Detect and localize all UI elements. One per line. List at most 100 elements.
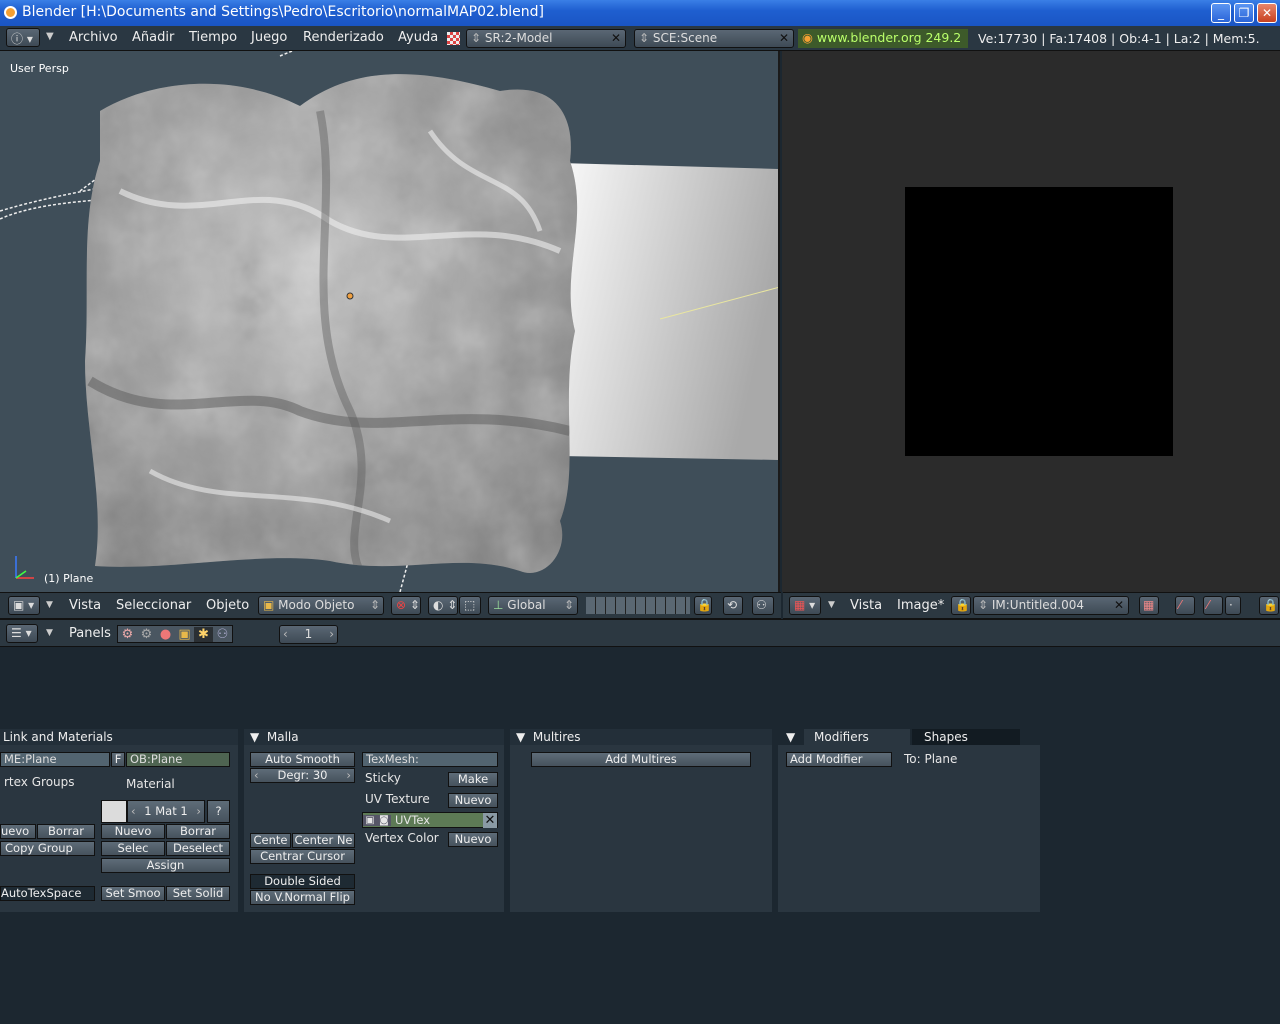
tab-shapes[interactable]: Shapes	[912, 729, 1020, 745]
object-origin-icon[interactable]	[346, 292, 354, 300]
render-uv-icon[interactable]: ◙	[377, 814, 391, 826]
paint-button[interactable]: ⁄	[1175, 596, 1195, 615]
image-canvas[interactable]	[905, 187, 1173, 456]
menu-seleccionar[interactable]: Seleccionar	[116, 598, 191, 613]
menu-objeto[interactable]: Objeto	[206, 598, 249, 613]
collapse-arrow-icon[interactable]: ▼	[828, 600, 835, 610]
auto-tex-space-button[interactable]: AutoTexSpace	[0, 886, 95, 901]
mode-selector[interactable]: ▣ Modo Objeto ⇕	[258, 596, 384, 615]
lock-layers-button[interactable]: 🔒	[694, 596, 712, 615]
increment-icon[interactable]: ›	[329, 627, 334, 641]
buttons-window-type-button[interactable]: ☰ ▾	[6, 624, 38, 643]
3d-viewport[interactable]: User Persp (1) Plane	[0, 51, 780, 592]
menu-renderizado[interactable]: Renderizado	[303, 30, 384, 45]
no-vnormal-flip-button[interactable]: No V.Normal Flip	[250, 890, 355, 905]
blender-website-logo[interactable]: ◉ www.blender.org 249.2	[798, 29, 968, 48]
vertex-group-delete-button[interactable]: Borrar	[37, 824, 95, 839]
centre-cursor-button[interactable]: Centrar Cursor	[250, 849, 355, 864]
material-color-swatch[interactable]	[101, 800, 127, 823]
image-selector[interactable]: ⇕ IM:Untitled.004 ✕	[973, 596, 1129, 615]
object-context-icon[interactable]: ▣	[175, 627, 194, 642]
add-modifier-button[interactable]: Add Modifier	[786, 752, 892, 767]
material-select-button[interactable]: Selec	[101, 841, 165, 856]
double-sided-button[interactable]: Double Sided	[250, 874, 355, 889]
panel-header[interactable]: ▼ Malla	[244, 729, 504, 745]
panels-menu[interactable]: Panels	[69, 626, 111, 641]
collapse-arrow-icon[interactable]: ▼	[46, 600, 53, 610]
collapse-triangle-icon[interactable]: ▼	[786, 729, 795, 745]
panel-header[interactable]: ▼ Multires	[510, 729, 772, 745]
decrement-icon[interactable]: ‹	[283, 627, 288, 641]
scene-context-icon[interactable]: ⚇	[213, 627, 232, 642]
collapse-arrow-icon[interactable]: ▼	[46, 31, 54, 42]
pivot-button[interactable]: ◐ ⇕	[428, 596, 458, 615]
frame-number-field[interactable]: ‹ 1 ›	[279, 625, 338, 644]
editing-context-icon[interactable]: ✱	[194, 626, 213, 642]
material-slot-field[interactable]: ‹ 1 Mat 1 ›	[127, 800, 205, 823]
logic-context-icon[interactable]: ⚙	[118, 627, 137, 642]
collapse-triangle-icon[interactable]: ▼	[250, 730, 263, 744]
sticky-make-button[interactable]: Make	[448, 772, 498, 787]
vertex-group-new-button[interactable]: uevo	[0, 824, 36, 839]
background-plane[interactable]	[560, 163, 780, 460]
manipulator-button[interactable]: ⬚	[459, 596, 481, 615]
object-name-field[interactable]: OB:Plane	[126, 752, 230, 767]
material-deselect-button[interactable]: Deselect	[166, 841, 230, 856]
render-checker-icon[interactable]	[447, 32, 460, 45]
increment-icon[interactable]: ›	[196, 801, 201, 822]
uvtex-slot[interactable]: ▣ ◙ UVTex ✕	[362, 812, 498, 828]
increment-icon[interactable]: ›	[346, 769, 351, 782]
uv-texture-new-button[interactable]: Nuevo	[448, 793, 498, 808]
fake-user-button[interactable]: F	[111, 752, 125, 767]
displaced-mesh[interactable]	[60, 51, 600, 592]
dot-button[interactable]: ·	[1225, 596, 1241, 615]
viewport-scene[interactable]	[0, 51, 780, 592]
menu-tiempo[interactable]: Tiempo	[189, 30, 237, 45]
mesh-name-field[interactable]: ME:Plane	[0, 752, 110, 767]
set-smooth-button[interactable]: Set Smoo	[101, 886, 165, 901]
menu-anadir[interactable]: Añadir	[132, 30, 174, 45]
set-solid-button[interactable]: Set Solid	[166, 886, 230, 901]
material-new-button[interactable]: Nuevo	[101, 824, 165, 839]
delete-scene-icon[interactable]: ✕	[779, 31, 789, 45]
centre-new-button[interactable]: Center Ne	[292, 833, 355, 848]
material-delete-button[interactable]: Borrar	[166, 824, 230, 839]
close-button[interactable]: ✕	[1257, 3, 1277, 23]
orientation-selector[interactable]: ⊥ Global ⇕	[488, 596, 578, 615]
collapse-triangle-icon[interactable]: ▼	[516, 730, 529, 744]
menu-archivo[interactable]: Archivo	[69, 30, 118, 45]
menu-ayuda[interactable]: Ayuda	[398, 30, 438, 45]
pin-image-button[interactable]: 🔒	[951, 596, 971, 615]
decrement-icon[interactable]: ‹	[131, 801, 136, 822]
degree-field[interactable]: ‹ Degr: 30 ›	[250, 768, 355, 783]
material-help-button[interactable]: ?	[207, 800, 230, 823]
menu-juego[interactable]: Juego	[251, 30, 287, 45]
auto-smooth-button[interactable]: Auto Smooth	[250, 752, 355, 767]
texture-paint-button[interactable]: ⁄	[1203, 596, 1223, 615]
texmesh-field[interactable]: TexMesh:	[362, 752, 498, 767]
layer-buttons[interactable]	[586, 597, 690, 614]
image-editor[interactable]	[782, 51, 1280, 592]
info-window-type-button[interactable]: ⓘ ▾	[6, 28, 40, 47]
delete-uvtex-icon[interactable]: ✕	[483, 812, 497, 828]
add-multires-button[interactable]: Add Multires	[531, 752, 751, 767]
copy-group-button[interactable]: Copy Group	[0, 841, 95, 856]
image-window-type-button[interactable]: ▦ ▾	[789, 596, 821, 615]
menu-vista[interactable]: Vista	[850, 598, 882, 613]
vertex-color-new-button[interactable]: Nuevo	[448, 832, 498, 847]
collapse-arrow-icon[interactable]: ▼	[46, 628, 53, 638]
decrement-icon[interactable]: ‹	[254, 769, 259, 782]
tab-modifiers[interactable]: Modifiers	[804, 729, 910, 745]
draw-type-button[interactable]: ⊗ ⇕	[391, 596, 421, 615]
maximize-button[interactable]: ❐	[1234, 3, 1254, 23]
shading-context-icon[interactable]: ●	[156, 627, 175, 642]
material-assign-button[interactable]: Assign	[101, 858, 230, 873]
lock-button[interactable]: 🔒	[1259, 596, 1279, 615]
scene-selector[interactable]: ⇕ SCE:Scene ✕	[634, 29, 794, 48]
menu-vista[interactable]: Vista	[69, 598, 101, 613]
unlink-image-icon[interactable]: ✕	[1114, 598, 1124, 612]
3d-window-type-button[interactable]: ▣ ▾	[8, 596, 40, 615]
active-uv-icon[interactable]: ▣	[363, 814, 377, 826]
delete-screen-icon[interactable]: ✕	[611, 31, 621, 45]
panel-title[interactable]: Link and Materials	[0, 729, 238, 745]
